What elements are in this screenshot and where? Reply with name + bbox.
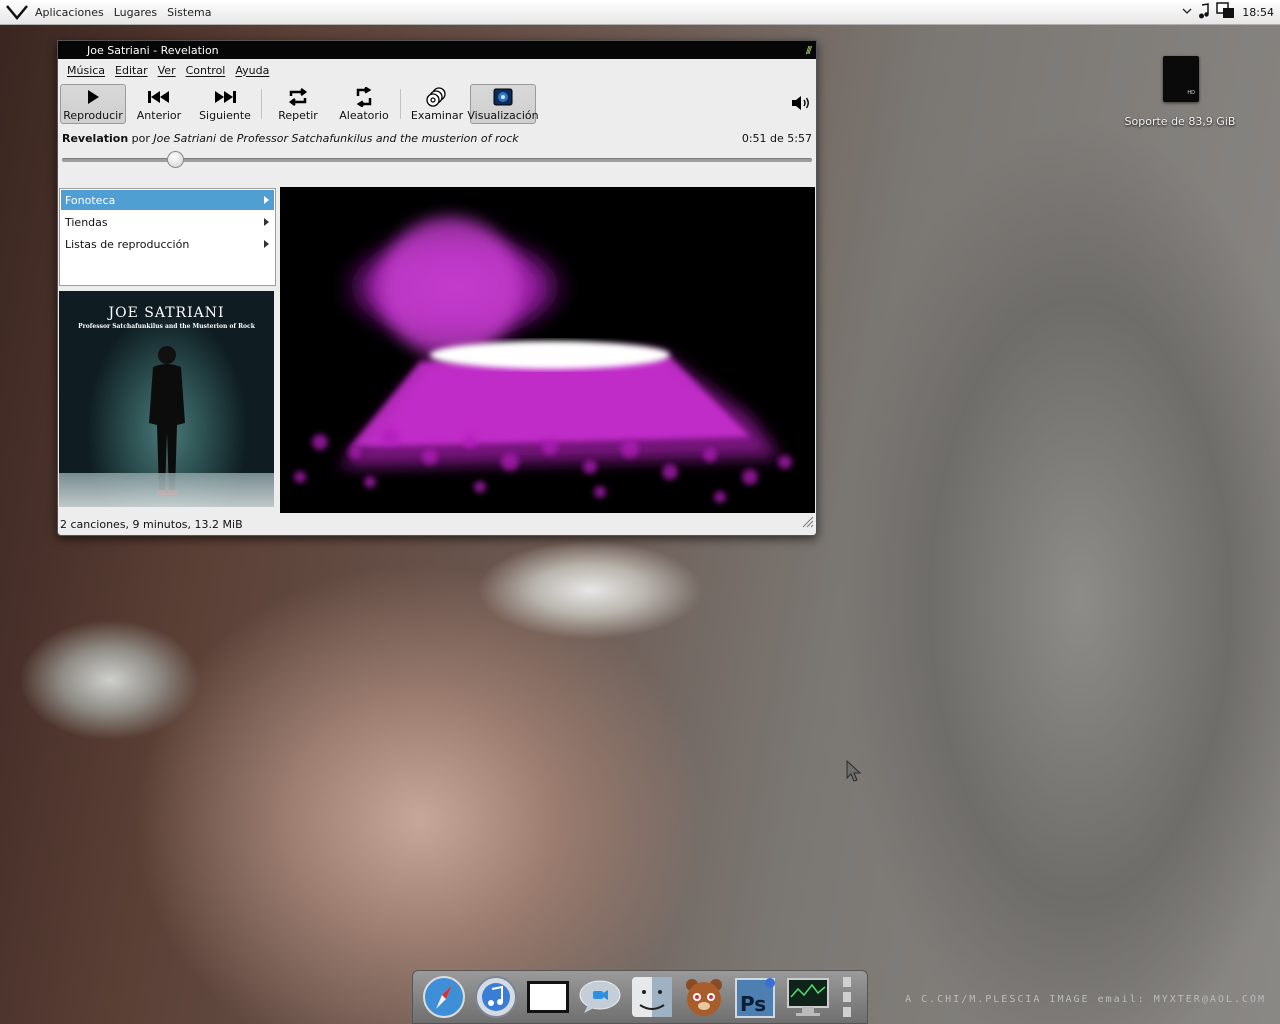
sidebar-item-stores[interactable]: Tiendas bbox=[61, 212, 274, 232]
sidebar-item-label: Tiendas bbox=[65, 215, 108, 229]
toolbar: Reproducir Anterior Siguiente Repetir Al… bbox=[58, 81, 816, 127]
svg-text:Ps: Ps bbox=[740, 992, 766, 1016]
itunes-icon[interactable] bbox=[473, 974, 519, 1020]
menu-control[interactable]: Control bbox=[181, 64, 231, 77]
previous-button[interactable]: Anterior bbox=[126, 84, 192, 124]
hard-drive-icon[interactable]: HD bbox=[1163, 56, 1199, 102]
status-text: 2 canciones, 9 minutos, 13.2 MiB bbox=[60, 517, 243, 531]
window-controls-icon[interactable]: /// bbox=[806, 45, 812, 56]
network-icon[interactable] bbox=[1216, 1, 1236, 23]
dock: Ps bbox=[412, 970, 868, 1024]
top-panel: Aplicaciones Lugares Sistema 18:54 bbox=[0, 0, 1280, 25]
repeat-icon bbox=[287, 87, 309, 107]
visualization-icon bbox=[493, 87, 513, 107]
song-title: Revelation bbox=[62, 131, 129, 145]
menu-help[interactable]: Ayuda bbox=[230, 64, 274, 77]
wallpaper-watermark: A C.CHI/M.PLESCIA IMAGE email: MYXTER@AO… bbox=[905, 994, 1266, 1005]
volume-icon bbox=[791, 95, 811, 114]
finder-icon[interactable] bbox=[629, 974, 675, 1020]
trash-icon[interactable] bbox=[837, 974, 857, 1020]
terminal-window-icon[interactable] bbox=[525, 974, 571, 1020]
song-time: 0:51 de 5:57 bbox=[741, 131, 812, 145]
system-tray: 18:54 bbox=[1182, 1, 1280, 23]
cover-album: Professor Satchafunkilus and the Musteri… bbox=[78, 323, 255, 330]
song-album: Professor Satchafunkilus and the musteri… bbox=[236, 131, 519, 145]
music-note-icon[interactable] bbox=[1198, 2, 1210, 22]
clock[interactable]: 18:54 bbox=[1242, 6, 1274, 19]
by-label: por bbox=[131, 131, 150, 145]
visualization-label: Visualización bbox=[467, 108, 539, 122]
from-label: de bbox=[219, 131, 234, 145]
system-monitor-icon[interactable] bbox=[785, 974, 831, 1020]
cover-floor bbox=[59, 473, 274, 507]
seek-slider[interactable] bbox=[58, 149, 816, 171]
toolbar-separator bbox=[261, 89, 262, 119]
visualization-area[interactable] bbox=[280, 187, 815, 513]
shuffle-button[interactable]: Aleatorio bbox=[331, 84, 397, 124]
bear-icon[interactable] bbox=[681, 974, 727, 1020]
mouse-pointer-icon bbox=[846, 760, 862, 782]
visualization-graphic bbox=[294, 217, 792, 503]
expand-arrow-icon[interactable] bbox=[264, 218, 269, 226]
cover-artist: JOE SATRIANI bbox=[108, 305, 225, 321]
previous-icon bbox=[147, 87, 171, 107]
expand-arrow-icon[interactable] bbox=[264, 240, 269, 248]
menu-system[interactable]: Sistema bbox=[162, 6, 216, 19]
play-icon bbox=[86, 87, 100, 107]
main-content: Fonoteca Tiendas Listas de reproducción … bbox=[58, 187, 816, 513]
shuffle-label: Aleatorio bbox=[339, 108, 389, 122]
song-artist: Joe Satriani bbox=[153, 131, 217, 145]
expand-arrow-icon[interactable] bbox=[264, 196, 269, 204]
distro-logo-icon[interactable] bbox=[6, 0, 30, 24]
repeat-button[interactable]: Repetir bbox=[265, 84, 331, 124]
previous-label: Anterior bbox=[136, 108, 182, 122]
sidebar-item-label: Fonoteca bbox=[65, 193, 116, 207]
menu-places[interactable]: Lugares bbox=[109, 6, 162, 19]
drive-label[interactable]: Soporte de 83,9 GiB bbox=[1118, 115, 1242, 128]
safari-icon[interactable] bbox=[421, 974, 467, 1020]
seek-handle[interactable] bbox=[167, 151, 185, 168]
window-titlebar[interactable]: Joe Satriani - Revelation /// bbox=[58, 41, 816, 59]
next-icon bbox=[213, 87, 237, 107]
sidebar-item-label: Listas de reproducción bbox=[65, 237, 190, 251]
play-label: Reproducir bbox=[63, 108, 123, 122]
menu-edit[interactable]: Editar bbox=[110, 64, 153, 77]
menubar: Música Editar Ver Control Ayuda bbox=[58, 59, 816, 81]
chat-bubble-icon[interactable] bbox=[577, 974, 623, 1020]
drive-badge: HD bbox=[1187, 90, 1195, 96]
menu-view[interactable]: Ver bbox=[153, 64, 181, 77]
toolbar-separator bbox=[400, 89, 401, 119]
menu-applications[interactable]: Aplicaciones bbox=[30, 6, 109, 19]
now-playing-info: Revelation por Joe Satriani de Professor… bbox=[58, 127, 816, 149]
album-cover: JOE SATRIANI Professor Satchafunkilus an… bbox=[59, 291, 274, 507]
menu-music[interactable]: Música bbox=[62, 64, 110, 77]
sidebar-item-playlists[interactable]: Listas de reproducción bbox=[61, 234, 274, 254]
photoshop-icon[interactable]: Ps bbox=[733, 974, 779, 1020]
play-button[interactable]: Reproducir bbox=[60, 84, 126, 124]
window-title: Joe Satriani - Revelation bbox=[87, 43, 219, 57]
repeat-label: Repetir bbox=[278, 108, 318, 122]
browse-icon bbox=[426, 86, 448, 107]
source-sidebar: Fonoteca Tiendas Listas de reproducción bbox=[59, 188, 276, 286]
shuffle-icon bbox=[354, 86, 374, 107]
browse-button[interactable]: Examinar bbox=[404, 84, 470, 124]
sidebar-item-library[interactable]: Fonoteca bbox=[61, 190, 274, 210]
status-bar: 2 canciones, 9 minutos, 13.2 MiB bbox=[58, 513, 818, 535]
eject-icon[interactable] bbox=[1182, 6, 1192, 19]
volume-button[interactable] bbox=[790, 93, 812, 115]
next-button[interactable]: Siguiente bbox=[192, 84, 258, 124]
music-player-window: Joe Satriani - Revelation /// Música Edi… bbox=[57, 40, 817, 536]
resize-grip-icon[interactable] bbox=[802, 516, 814, 531]
browse-label: Examinar bbox=[410, 108, 464, 122]
visualization-button[interactable]: Visualización bbox=[467, 84, 539, 124]
next-label: Siguiente bbox=[199, 108, 251, 122]
